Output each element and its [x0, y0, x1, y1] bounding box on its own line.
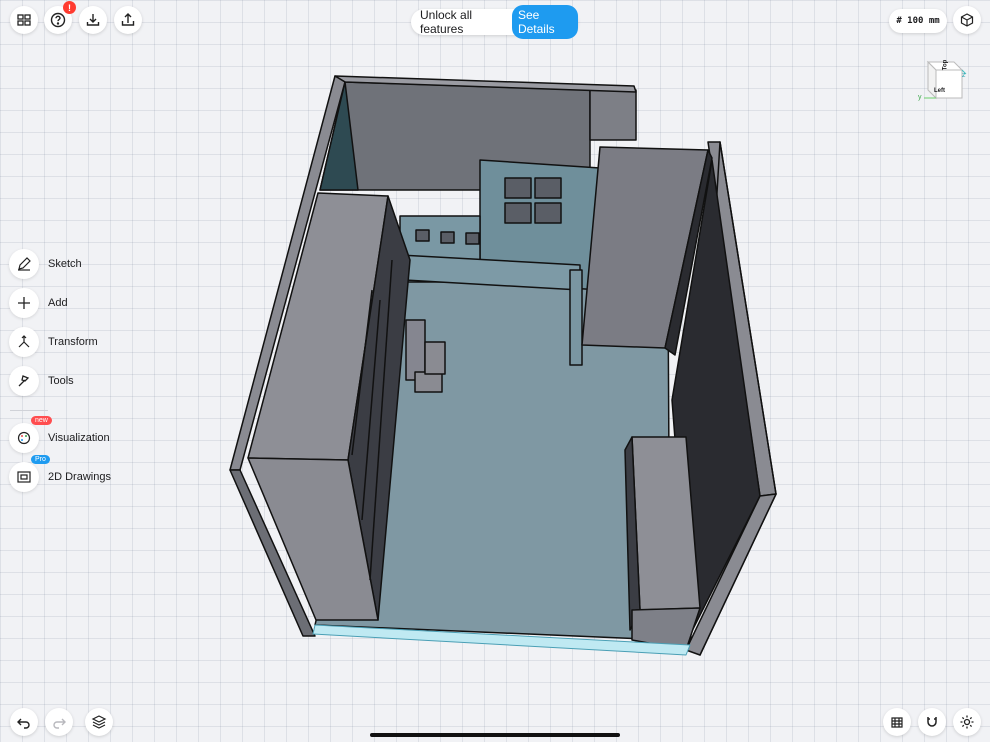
settings-button[interactable] — [953, 708, 981, 736]
axis-y-label: y — [918, 94, 922, 101]
view-cube[interactable]: Top Left y z — [918, 56, 968, 106]
share-icon — [121, 13, 135, 26]
help-button[interactable]: ! — [44, 1, 76, 34]
home-indicator — [370, 733, 620, 737]
question-icon — [50, 12, 66, 28]
cube-top-label: Top — [942, 59, 949, 71]
vent — [415, 229, 430, 242]
cube-outline-icon — [960, 13, 974, 27]
grid-icon — [17, 14, 31, 26]
download-icon — [86, 14, 100, 26]
vent — [440, 231, 455, 244]
tool-visualization-label: Visualization — [48, 432, 110, 444]
tool-transform-label: Transform — [48, 336, 98, 348]
palette-icon — [17, 431, 31, 445]
layers-icon — [91, 715, 107, 729]
room-3d-model[interactable] — [0, 0, 990, 742]
layers-button[interactable] — [85, 708, 113, 736]
snap-button[interactable] — [918, 708, 946, 736]
cube-left-label: Left — [934, 88, 945, 94]
window-pane — [504, 177, 532, 199]
plus-icon — [18, 297, 30, 309]
view-mode-button[interactable] — [953, 6, 981, 34]
transform-icon — [18, 335, 30, 348]
drawing-sheet-icon — [17, 471, 31, 483]
tool-transform[interactable]: Transform — [9, 327, 98, 357]
see-details-button[interactable]: See Details — [511, 5, 578, 39]
tool-tools[interactable]: Tools — [9, 366, 74, 396]
redo-button[interactable] — [45, 708, 73, 736]
materials-button[interactable] — [883, 708, 911, 736]
tool-add-label: Add — [48, 297, 68, 309]
pencil-icon — [18, 257, 31, 271]
stack-icon — [891, 717, 903, 728]
hammer-icon — [18, 375, 30, 387]
window-pane — [534, 177, 562, 199]
magnet-icon — [927, 717, 937, 727]
unlock-banner: Unlock all features See Details — [411, 5, 578, 39]
tool-2d-drawings-label: 2D Drawings — [48, 471, 111, 483]
notification-badge: ! — [63, 1, 76, 14]
tool-tools-label: Tools — [48, 375, 74, 387]
sidebar-divider — [10, 410, 48, 411]
tool-sketch[interactable]: Sketch — [9, 249, 82, 279]
vent — [465, 232, 480, 245]
gear-icon — [960, 715, 974, 729]
axis-z-label: z — [962, 72, 966, 79]
window-pane — [504, 202, 532, 224]
pro-badge: Pro — [31, 455, 50, 464]
grid-size-button[interactable]: # 100 mm — [889, 9, 947, 33]
tool-visualization[interactable]: new Visualization — [9, 416, 110, 453]
tool-add[interactable]: Add — [9, 288, 68, 318]
unlock-text: Unlock all features — [420, 8, 473, 36]
tool-sketch-label: Sketch — [48, 258, 82, 270]
tool-2d-drawings[interactable]: Pro 2D Drawings — [9, 455, 111, 492]
window-pane — [534, 202, 562, 224]
export-button[interactable] — [114, 6, 142, 34]
undo-button[interactable] — [10, 708, 38, 736]
undo-icon — [17, 718, 30, 729]
new-badge: new — [31, 416, 52, 425]
import-button[interactable] — [79, 6, 107, 34]
grid-view-button[interactable] — [10, 6, 38, 34]
redo-icon — [53, 718, 66, 729]
